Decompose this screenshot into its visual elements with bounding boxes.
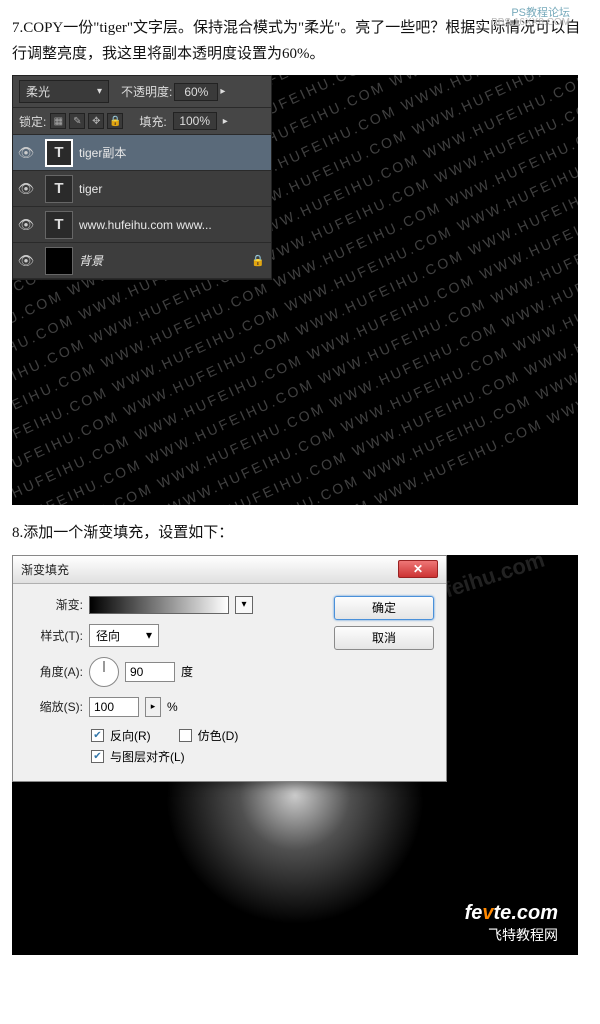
lock-pixels-icon[interactable]: ✎ bbox=[69, 113, 85, 129]
canvas-preview-2: www.hufeihu.com 渐变填充 ✕ 渐变: ▾ bbox=[12, 555, 578, 955]
chevron-down-icon: ▾ bbox=[146, 628, 152, 642]
layer-name[interactable]: www.hufeihu.com www... bbox=[79, 218, 271, 232]
text-layer-thumb-icon[interactable]: T bbox=[45, 139, 73, 167]
layer-name[interactable]: tiger bbox=[79, 182, 271, 196]
chevron-right-icon[interactable]: ▸ bbox=[223, 116, 228, 127]
blend-mode-dropdown[interactable]: 柔光 ▾ bbox=[19, 80, 109, 103]
dialog-title: 渐变填充 bbox=[21, 561, 398, 578]
layer-list: 👁 T tiger副本 👁 T tiger 👁 T www.hufeihu.co… bbox=[13, 135, 271, 279]
angle-wheel[interactable] bbox=[89, 657, 119, 687]
chevron-down-icon: ▾ bbox=[97, 86, 102, 97]
scale-label: 缩放(S): bbox=[25, 698, 83, 715]
lock-position-icon[interactable]: ✥ bbox=[88, 113, 104, 129]
style-label: 样式(T): bbox=[25, 627, 83, 644]
layers-panel-lock-row: 锁定: ▦ ✎ ✥ 🔒 填充: 100% ▸ bbox=[13, 108, 271, 135]
chevron-right-icon[interactable]: ▸ bbox=[220, 86, 225, 97]
ok-button[interactable]: 确定 bbox=[334, 596, 434, 620]
layer-item-background[interactable]: 👁 背景 🔒 bbox=[13, 243, 271, 279]
layers-panel: 柔光 ▾ 不透明度: 60% ▸ 锁定: ▦ ✎ ✥ 🔒 填充: 100% ▸ bbox=[12, 75, 272, 280]
angle-input[interactable]: 90 bbox=[125, 662, 175, 682]
scale-unit: % bbox=[167, 700, 178, 714]
reverse-checkbox[interactable]: ✔ bbox=[91, 729, 104, 742]
cancel-button[interactable]: 取消 bbox=[334, 626, 434, 650]
lock-icons-group: ▦ ✎ ✥ 🔒 bbox=[50, 113, 123, 129]
text-layer-thumb-icon[interactable]: T bbox=[45, 175, 73, 203]
dialog-body: 渐变: ▾ 样式(T): 径向 ▾ 角度(A): bbox=[13, 584, 446, 781]
layer-item-tiger[interactable]: 👁 T tiger bbox=[13, 171, 271, 207]
gradient-dropdown-button[interactable]: ▾ bbox=[235, 596, 253, 614]
forum-sub: BBS.16XX8.COM bbox=[491, 17, 570, 28]
chevron-down-icon: ▾ bbox=[241, 599, 246, 610]
eye-icon[interactable]: 👁 bbox=[18, 181, 35, 197]
bg-layer-thumb[interactable] bbox=[45, 247, 73, 275]
footer-logo-sub: 飞特教程网 bbox=[465, 925, 558, 945]
align-label: 与图层对齐(L) bbox=[110, 748, 185, 765]
gradient-swatch[interactable] bbox=[89, 596, 229, 614]
layer-item-tiger-copy[interactable]: 👁 T tiger副本 bbox=[13, 135, 271, 171]
eye-icon[interactable]: 👁 bbox=[18, 253, 35, 269]
dither-checkbox[interactable] bbox=[179, 729, 192, 742]
layer-name[interactable]: 背景 bbox=[79, 252, 251, 269]
layer-item-url-text[interactable]: 👁 T www.hufeihu.com www... bbox=[13, 207, 271, 243]
close-button[interactable]: ✕ bbox=[398, 560, 438, 578]
lock-all-icon[interactable]: 🔒 bbox=[107, 113, 123, 129]
style-dropdown[interactable]: 径向 ▾ bbox=[89, 624, 159, 647]
opacity-label: 不透明度: bbox=[121, 83, 172, 100]
lock-transparent-icon[interactable]: ▦ bbox=[50, 113, 66, 129]
fill-input[interactable]: 100% bbox=[173, 112, 217, 130]
angle-label: 角度(A): bbox=[25, 663, 83, 680]
dialog-titlebar[interactable]: 渐变填充 ✕ bbox=[13, 556, 446, 584]
eye-icon[interactable]: 👁 bbox=[18, 217, 35, 233]
angle-unit: 度 bbox=[181, 663, 193, 680]
align-checkbox[interactable]: ✔ bbox=[91, 750, 104, 763]
close-icon: ✕ bbox=[413, 562, 423, 576]
lock-icon: 🔒 bbox=[251, 254, 271, 267]
canvas-preview-1: WWW.HUFEIHU.COM WWW.HUFEIHU.COM WWW.HUFE… bbox=[12, 75, 578, 505]
scale-input[interactable]: 100 bbox=[89, 697, 139, 717]
scale-stepper[interactable]: ▸ bbox=[145, 697, 161, 717]
instruction-step-8: 8.添加一个渐变填充，设置如下： bbox=[12, 521, 588, 547]
footer-logo-main: fevte.com bbox=[465, 902, 558, 925]
dither-label: 仿色(D) bbox=[198, 727, 239, 744]
layers-panel-top-row: 柔光 ▾ 不透明度: 60% ▸ bbox=[13, 76, 271, 108]
eye-icon[interactable]: 👁 bbox=[18, 145, 35, 161]
opacity-input[interactable]: 60% bbox=[174, 83, 218, 101]
text-layer-thumb-icon[interactable]: T bbox=[45, 211, 73, 239]
lock-label: 锁定: bbox=[19, 113, 46, 130]
layer-name[interactable]: tiger副本 bbox=[79, 144, 271, 161]
gradient-fill-dialog: 渐变填充 ✕ 渐变: ▾ 样式(T): bbox=[12, 555, 447, 782]
blend-mode-value: 柔光 bbox=[26, 83, 50, 100]
reverse-label: 反向(R) bbox=[110, 727, 151, 744]
gradient-label: 渐变: bbox=[25, 596, 83, 613]
fill-label: 填充: bbox=[139, 113, 166, 130]
footer-logo: fevte.com 飞特教程网 bbox=[465, 902, 558, 945]
style-value: 径向 bbox=[96, 627, 120, 644]
